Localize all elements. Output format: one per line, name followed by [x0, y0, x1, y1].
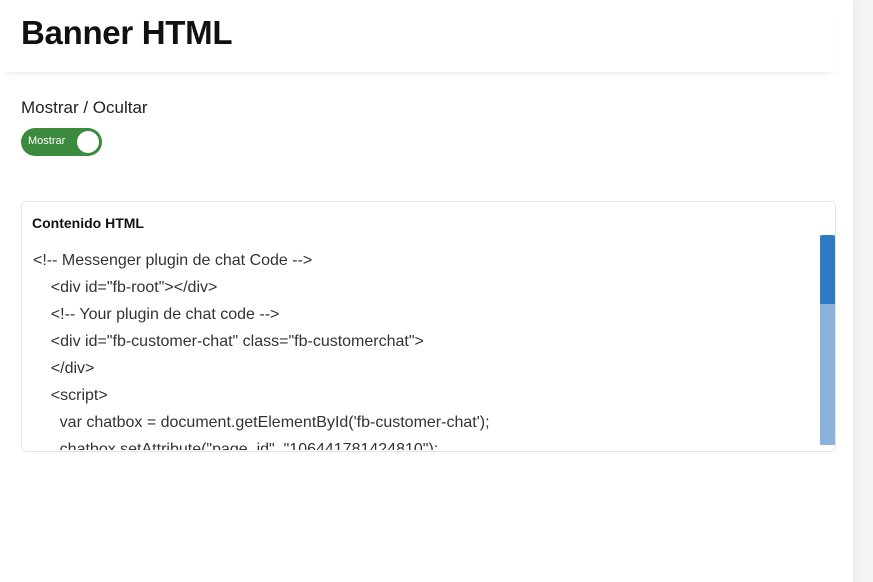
- code-line: <div id="fb-customer-chat" class="fb-cus…: [33, 333, 424, 350]
- toggle-knob: [77, 131, 99, 153]
- code-line: <div id="fb-root"></div>: [33, 279, 218, 296]
- code-scrollbar[interactable]: [820, 235, 835, 445]
- show-hide-label: Mostrar / Ocultar: [21, 98, 148, 117]
- show-hide-toggle[interactable]: Mostrar: [21, 128, 102, 156]
- code-line: <!-- Messenger plugin de chat Code -->: [33, 252, 313, 269]
- code-line: var chatbox = document.getElementById('f…: [33, 414, 490, 431]
- page-header: Banner HTML: [0, 0, 838, 72]
- html-content-title: Contenido HTML: [32, 215, 144, 231]
- code-scrollbar-thumb[interactable]: [820, 235, 835, 304]
- html-content-card: Contenido HTML <!-- Messenger plugin de …: [21, 201, 836, 452]
- page-title: Banner HTML: [21, 14, 233, 51]
- code-line: chatbox.setAttribute("page_id", "1064417…: [33, 441, 439, 450]
- html-content-editor[interactable]: <!-- Messenger plugin de chat Code --> <…: [22, 235, 820, 450]
- code-line: <script>: [33, 387, 108, 404]
- code-line: <!-- Your plugin de chat code -->: [33, 306, 280, 323]
- code-line: </div>: [33, 360, 95, 377]
- toggle-state-text: Mostrar: [28, 135, 66, 147]
- main-panel: Banner HTML Mostrar / Ocultar Mostrar Co…: [0, 0, 854, 582]
